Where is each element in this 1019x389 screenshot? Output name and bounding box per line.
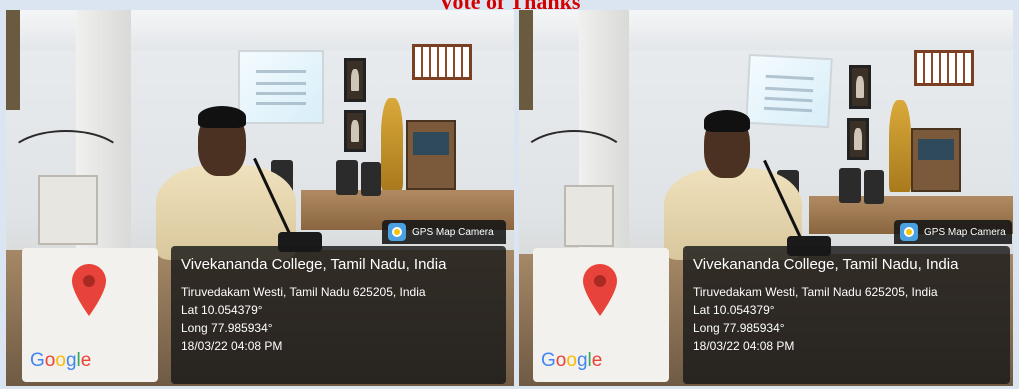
location-long: Long 77.985934° bbox=[181, 321, 273, 335]
location-datetime: 18/03/22 04:08 PM bbox=[181, 339, 283, 353]
gps-badge: GPS Map Camera bbox=[894, 220, 1012, 244]
location-address: Tiruvedakam Westi, Tamil Nadu 625205, In… bbox=[693, 285, 938, 299]
location-info-panel: Vivekananda College, Tamil Nadu, India T… bbox=[683, 246, 1010, 384]
location-datetime: 18/03/22 04:08 PM bbox=[693, 339, 795, 353]
map-thumbnail: Google bbox=[533, 248, 669, 382]
gps-badge-label: GPS Map Camera bbox=[924, 226, 1006, 238]
location-long: Long 77.985934° bbox=[693, 321, 785, 335]
gps-badge-label: GPS Map Camera bbox=[412, 226, 494, 238]
projector-screen bbox=[745, 53, 833, 129]
map-thumbnail: Google bbox=[22, 248, 158, 382]
projector-screen bbox=[238, 50, 324, 124]
gps-badge: GPS Map Camera bbox=[382, 220, 506, 244]
location-lat: Lat 10.054379° bbox=[693, 303, 775, 317]
gps-map-camera-icon bbox=[900, 223, 918, 241]
location-title: Vivekananda College, Tamil Nadu, India bbox=[693, 256, 959, 273]
location-info-panel: Vivekananda College, Tamil Nadu, India T… bbox=[171, 246, 506, 384]
gps-map-camera-icon bbox=[388, 223, 406, 241]
map-pin-icon bbox=[72, 264, 106, 316]
statue bbox=[381, 98, 403, 190]
google-logo: Google bbox=[541, 350, 603, 371]
photo-left: GPS Map Camera Vivekananda College, Tami… bbox=[6, 10, 514, 386]
location-title: Vivekananda College, Tamil Nadu, India bbox=[181, 256, 447, 273]
location-address: Tiruvedakam Westi, Tamil Nadu 625205, In… bbox=[181, 285, 426, 299]
photo-right: GPS Map Camera Vivekananda College, Tami… bbox=[519, 10, 1013, 386]
page-title: Vote of Thanks bbox=[0, 0, 1019, 12]
statue bbox=[889, 100, 911, 192]
location-lat: Lat 10.054379° bbox=[181, 303, 263, 317]
google-logo: Google bbox=[30, 350, 92, 371]
map-pin-icon bbox=[583, 264, 617, 316]
